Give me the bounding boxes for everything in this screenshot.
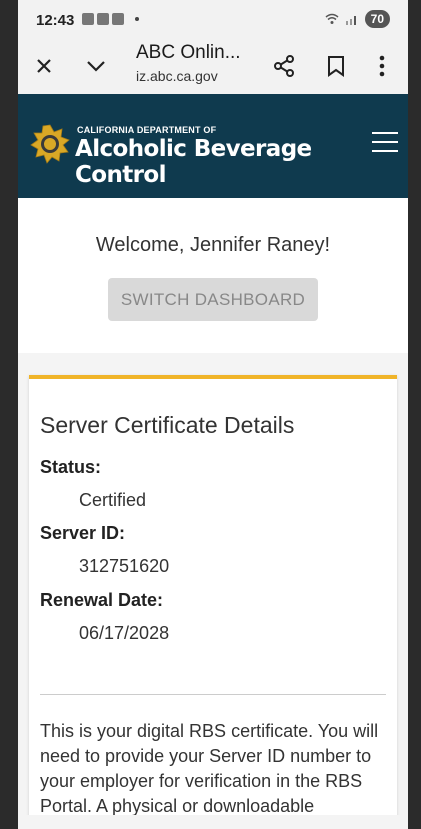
browser-toolbar: ABC Onlin... iz.abc.ca.gov bbox=[18, 38, 408, 94]
close-tab-button[interactable] bbox=[26, 48, 62, 84]
notification-icon bbox=[112, 13, 124, 25]
switch-dashboard-button[interactable]: SWITCH DASHBOARD bbox=[108, 278, 318, 321]
hamburger-line bbox=[372, 141, 398, 143]
site-header: CALIFORNIA DEPARTMENT OF Alcoholic Bever… bbox=[18, 94, 408, 198]
phone-screen: 12:43 70 ABC Onlin... iz.abc.ca.gov CALI… bbox=[18, 0, 408, 829]
notification-icon bbox=[82, 13, 94, 25]
certificate-description: This is your digital RBS certificate. Yo… bbox=[40, 721, 379, 816]
server-id-value: 312751620 bbox=[79, 556, 170, 576]
notification-icons bbox=[82, 13, 139, 25]
bottom-edge bbox=[18, 815, 408, 829]
renewal-date-value: 06/17/2028 bbox=[79, 623, 170, 643]
more-vertical-icon bbox=[379, 55, 385, 77]
share-icon bbox=[274, 55, 294, 77]
renewal-date-label: Renewal Date: bbox=[40, 590, 164, 610]
status-bar: 12:43 70 bbox=[18, 0, 408, 38]
abc-seal-logo[interactable] bbox=[30, 124, 70, 164]
more-options-button[interactable] bbox=[364, 48, 400, 84]
close-icon bbox=[37, 59, 51, 73]
status-right: 70 bbox=[325, 10, 390, 28]
card-title: Server Certificate Details bbox=[40, 412, 295, 438]
chevron-down-icon bbox=[87, 61, 105, 72]
department-subtitle: CALIFORNIA DEPARTMENT OF bbox=[77, 125, 217, 135]
battery-badge: 70 bbox=[364, 10, 390, 28]
hamburger-line bbox=[372, 150, 398, 152]
hamburger-line bbox=[372, 132, 398, 134]
status-value: Certified bbox=[79, 490, 147, 510]
screenshot-icon bbox=[97, 13, 109, 25]
minimize-button[interactable] bbox=[78, 48, 114, 84]
status-label: Status: bbox=[40, 457, 102, 477]
wifi-icon bbox=[325, 13, 339, 24]
signal-icon bbox=[345, 16, 356, 25]
status-time: 12:43 bbox=[36, 12, 75, 29]
bookmark-button[interactable] bbox=[318, 48, 354, 84]
bookmark-icon bbox=[328, 56, 344, 77]
page-url[interactable]: iz.abc.ca.gov bbox=[136, 68, 218, 84]
menu-button[interactable] bbox=[372, 132, 398, 154]
share-button[interactable] bbox=[266, 48, 302, 84]
welcome-message: Welcome, Jennifer Raney! bbox=[95, 234, 331, 256]
certificate-card: Server Certificate Details Status: Certi… bbox=[29, 375, 397, 829]
department-name[interactable]: Alcoholic Beverage Control bbox=[75, 136, 408, 188]
page-title: ABC Onlin... bbox=[136, 42, 241, 63]
server-id-label: Server ID: bbox=[40, 523, 126, 543]
divider bbox=[40, 694, 386, 695]
more-notifications-dot bbox=[135, 17, 139, 21]
welcome-section: Welcome, Jennifer Raney! SWITCH DASHBOAR… bbox=[18, 198, 408, 353]
